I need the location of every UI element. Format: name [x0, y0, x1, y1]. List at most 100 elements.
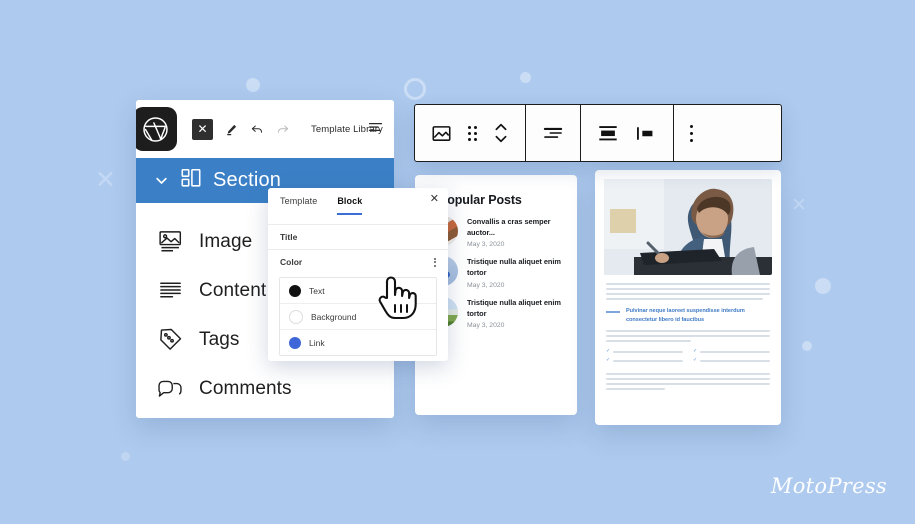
deco-dot-5: [121, 452, 130, 461]
sidebar-item-label: Content: [199, 279, 267, 301]
text-line: [606, 378, 770, 381]
deco-x-left: ✕: [95, 166, 116, 194]
check-icon: ✓: [606, 348, 611, 355]
deco-dot-3: [815, 278, 831, 294]
text-line: [606, 373, 770, 376]
check-icon: ✓: [693, 348, 698, 355]
feature-text: [700, 359, 770, 362]
post-date: May 3, 2020: [467, 322, 505, 330]
chevron-down-icon: [154, 173, 169, 188]
post-date: May 3, 2020: [467, 281, 505, 289]
tab-template[interactable]: Template: [280, 196, 317, 213]
deco-dot-1: [246, 78, 260, 92]
sidebar-item-label: Comments: [199, 377, 292, 399]
sidebar-item-comments[interactable]: Comments: [156, 364, 394, 413]
edit-pencil-icon[interactable]: [225, 123, 238, 136]
toolbar-group-block: [415, 105, 525, 161]
text-line: [606, 293, 770, 295]
post-title[interactable]: Convallis a cras semper auctor...: [467, 217, 565, 238]
toolbar-group-align-block: [581, 105, 673, 161]
post-title[interactable]: Tristique nulla aliquet enim tortor: [467, 257, 565, 278]
document-body: Pulvinar neque laoreet suspendisse inter…: [595, 275, 781, 391]
check-icon: ✓: [606, 357, 611, 364]
toolbar-group-align-text: [526, 105, 580, 161]
color-swatch-icon: [289, 336, 301, 349]
pointing-hand-cursor: [374, 272, 418, 320]
feature-text: [613, 359, 683, 362]
content-lines-icon: [156, 278, 184, 303]
move-up-down-icon[interactable]: [493, 121, 509, 145]
color-swatch-icon: [289, 309, 303, 324]
color-label: Link: [309, 337, 325, 348]
block-settings-popover: Template Block ✕ Title Color Text Backgr…: [268, 188, 448, 361]
align-left-block-icon[interactable]: [635, 124, 657, 143]
text-line: [606, 330, 770, 333]
color-option-link[interactable]: Link: [280, 329, 436, 355]
list-item: ✓: [693, 349, 770, 354]
feature-text: [613, 350, 683, 353]
section-label: Title: [280, 232, 298, 242]
text-line: [606, 283, 770, 285]
check-icon: ✓: [693, 357, 698, 364]
tag-icon: [156, 327, 184, 352]
text-line: [606, 388, 666, 391]
document-heading: Pulvinar neque laoreet suspendisse inter…: [626, 308, 745, 323]
deco-dot-2: [520, 72, 531, 83]
heading-rule: [606, 311, 620, 313]
text-line: [606, 383, 770, 386]
deco-ring-1: [404, 78, 426, 100]
list-view-icon[interactable]: [368, 120, 383, 138]
deco-x-right: ✕: [791, 195, 807, 216]
block-toolbar: [414, 104, 782, 162]
list-item[interactable]: Tristique nulla aliquet enim tortor May …: [428, 256, 565, 289]
list-item: ✓: [606, 349, 683, 354]
post-title[interactable]: Tristique nulla aliquet enim tortor: [467, 298, 565, 319]
redo-icon[interactable]: [276, 122, 290, 136]
wordpress-icon[interactable]: [136, 107, 177, 151]
sidebar-item-label: Image: [199, 230, 253, 252]
text-line: [606, 298, 764, 300]
settings-section-color: Color: [268, 250, 448, 274]
settings-section-title: Title: [268, 225, 448, 249]
feature-column: ✓ ✓: [693, 349, 770, 367]
post-text-block: Convallis a cras semper auctor... May 3,…: [467, 216, 565, 248]
color-label: Background: [311, 311, 357, 322]
post-text-block: Tristique nulla aliquet enim tortor May …: [467, 297, 565, 329]
feature-column: ✓ ✓: [606, 349, 683, 367]
settings-tabs: Template Block ✕: [268, 188, 448, 224]
list-item: ✓: [693, 358, 770, 363]
feature-text: [700, 350, 770, 353]
text-line: [606, 288, 770, 290]
undo-icon[interactable]: [250, 122, 264, 136]
align-center-block-icon[interactable]: [597, 124, 619, 143]
list-item: ✓: [606, 358, 683, 363]
deco-dot-4: [802, 341, 812, 351]
section-label: Color: [280, 257, 303, 267]
list-item[interactable]: Convallis a cras semper auctor... May 3,…: [428, 216, 565, 248]
tab-block[interactable]: Block: [337, 196, 363, 215]
more-options-kebab-icon[interactable]: [690, 124, 693, 142]
feature-check-grid: ✓ ✓ ✓ ✓: [606, 349, 770, 367]
toolbar-group-more: [674, 105, 709, 161]
editor-toolbar: ✕ Template Library: [136, 100, 394, 158]
image-icon: [156, 229, 184, 254]
color-swatch-icon: [289, 284, 301, 297]
text-line: [606, 340, 692, 343]
text-line: [606, 335, 770, 338]
comments-icon: [156, 376, 184, 402]
sidebar-item-label: Tags: [199, 328, 240, 350]
editor-tool-group: ✕ Template Library: [192, 118, 383, 140]
motopress-logo: MotoPress: [770, 474, 887, 498]
document-heading-row: Pulvinar neque laoreet suspendisse inter…: [606, 307, 770, 324]
align-text-icon[interactable]: [542, 124, 564, 142]
image-block-icon[interactable]: [431, 123, 452, 144]
close-square-button[interactable]: ✕: [192, 118, 213, 140]
close-icon[interactable]: ✕: [430, 194, 439, 205]
layout-blocks-icon: [180, 167, 202, 194]
document-preview-card: Pulvinar neque laoreet suspendisse inter…: [595, 170, 781, 425]
document-hero-photo: [604, 179, 772, 275]
list-item[interactable]: Tristique nulla aliquet enim tortor May …: [428, 296, 565, 329]
color-label: Text: [309, 285, 325, 296]
more-options-kebab-icon[interactable]: [434, 257, 436, 267]
drag-handle-icon[interactable]: [468, 125, 477, 141]
